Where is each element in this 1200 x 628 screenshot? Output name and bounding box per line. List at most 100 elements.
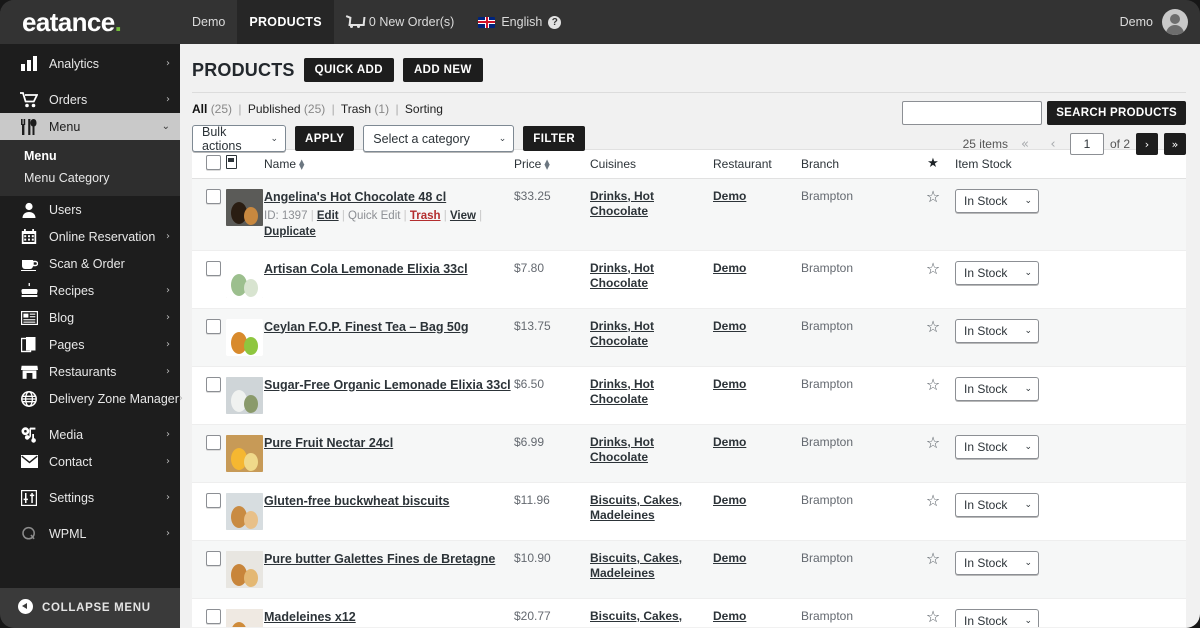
row-checkbox[interactable]: [206, 434, 221, 450]
sidebar-item-recipes[interactable]: Recipes ›: [0, 277, 180, 304]
row-checkbox-cell[interactable]: [192, 250, 226, 308]
sidebar-item-blog[interactable]: Blog ›: [0, 304, 180, 331]
pagination-current-page-input[interactable]: 1: [1069, 133, 1104, 155]
th-price[interactable]: Price ▲ ▼: [514, 150, 590, 179]
product-cuisines-link[interactable]: Biscuits, Cakes,: [590, 609, 682, 624]
star-outline-icon[interactable]: ☆: [926, 375, 940, 394]
row-featured-cell[interactable]: ☆: [911, 598, 955, 627]
sidebar-item-online-reservation[interactable]: Online Reservation ›: [0, 223, 180, 250]
adminbar-item-demo[interactable]: Demo: [180, 0, 237, 44]
item-stock-select[interactable]: In Stock ⌄: [955, 188, 1039, 213]
row-checkbox[interactable]: [206, 260, 221, 276]
row-checkbox-cell[interactable]: [192, 178, 226, 250]
row-checkbox-cell[interactable]: [192, 598, 226, 627]
view-link-all[interactable]: All: [192, 102, 207, 116]
row-checkbox[interactable]: [206, 376, 221, 392]
row-featured-cell[interactable]: ☆: [911, 482, 955, 540]
item-stock-select[interactable]: In Stock ⌄: [955, 260, 1039, 285]
pagination-next-button[interactable]: ›: [1136, 133, 1158, 155]
th-select-all[interactable]: [192, 150, 226, 179]
star-outline-icon[interactable]: ☆: [926, 187, 940, 206]
product-name-link[interactable]: Artisan Cola Lemonade Elixia 33cl: [264, 261, 468, 277]
item-stock-select[interactable]: In Stock ⌄: [955, 318, 1039, 343]
category-select[interactable]: Select a category ⌄: [363, 125, 515, 152]
table-row[interactable]: Artisan Cola Lemonade Elixia 33cl $7.80 Dr…: [192, 250, 1186, 308]
product-cuisines-link[interactable]: Drinks, Hot Chocolate: [590, 189, 713, 219]
row-checkbox-cell[interactable]: [192, 424, 226, 482]
adminbar-item-products[interactable]: PRODUCTS: [237, 0, 334, 44]
sidebar-item-delivery-zone-manager[interactable]: Delivery Zone Manager ›: [0, 385, 183, 412]
sidebar-item-media[interactable]: Media ›: [0, 421, 180, 448]
sort-icon[interactable]: ▲ ▼: [544, 158, 549, 170]
row-featured-cell[interactable]: ☆: [911, 366, 955, 424]
item-stock-select[interactable]: In Stock ⌄: [955, 550, 1039, 575]
brand-logo[interactable]: eatance.: [0, 0, 180, 44]
pagination-prev-button[interactable]: ‹: [1042, 133, 1064, 155]
sidebar-item-settings[interactable]: Settings ›: [0, 484, 180, 511]
sidebar-item-users[interactable]: Users: [0, 196, 180, 223]
star-outline-icon[interactable]: ☆: [926, 433, 940, 452]
product-name-link[interactable]: Pure butter Galettes Fines de Bretagne: [264, 551, 495, 567]
select-all-checkbox[interactable]: [206, 154, 221, 170]
collapse-menu-button[interactable]: COLLAPSE MENU: [0, 588, 180, 628]
apply-button[interactable]: APPLY: [295, 126, 355, 151]
sidebar-item-restaurants[interactable]: Restaurants ›: [0, 358, 180, 385]
product-cuisines-link[interactable]: Biscuits, Cakes, Madeleines: [590, 551, 713, 581]
pagination-last-button[interactable]: »: [1164, 133, 1186, 155]
row-checkbox-cell[interactable]: [192, 482, 226, 540]
row-checkbox-cell[interactable]: [192, 540, 226, 598]
star-outline-icon[interactable]: ☆: [926, 549, 940, 568]
item-stock-select[interactable]: In Stock ⌄: [955, 608, 1039, 627]
table-row[interactable]: Gluten-free buckwheat biscuits $11.96 Bisc…: [192, 482, 1186, 540]
product-cuisines-link[interactable]: Drinks, Hot Chocolate: [590, 319, 713, 349]
product-name-link[interactable]: Angelina's Hot Chocolate 48 cl: [264, 189, 446, 205]
pagination-first-button[interactable]: «: [1014, 133, 1036, 155]
sort-icon[interactable]: ▲ ▼: [299, 158, 304, 170]
product-cuisines-link[interactable]: Drinks, Hot Chocolate: [590, 435, 713, 465]
sidebar-item-orders[interactable]: Orders ›: [0, 86, 180, 113]
product-cuisines-link[interactable]: Drinks, Hot Chocolate: [590, 261, 713, 291]
th-featured[interactable]: ★: [911, 150, 955, 179]
table-row[interactable]: Pure butter Galettes Fines de Bretagne $1…: [192, 540, 1186, 598]
product-restaurant-link[interactable]: Demo: [713, 609, 746, 624]
sidebar-item-wpml[interactable]: WPML ›: [0, 520, 180, 547]
table-row[interactable]: Sugar-Free Organic Lemonade Elixia 33cl $…: [192, 366, 1186, 424]
sidebar-item-pages[interactable]: Pages ›: [0, 331, 180, 358]
table-row[interactable]: Madeleines x12 $20.77 Biscuits, Cakes, Demo…: [192, 598, 1186, 627]
sidebar-item-contact[interactable]: Contact ›: [0, 448, 180, 475]
product-name-link[interactable]: Pure Fruit Nectar 24cl: [264, 435, 393, 451]
item-stock-select[interactable]: In Stock ⌄: [955, 492, 1039, 517]
product-restaurant-link[interactable]: Demo: [713, 319, 746, 334]
row-checkbox[interactable]: [206, 318, 221, 334]
product-restaurant-link[interactable]: Demo: [713, 435, 746, 450]
table-row[interactable]: Pure Fruit Nectar 24cl $6.99 Drinks, Hot C…: [192, 424, 1186, 482]
add-new-button[interactable]: ADD NEW: [402, 58, 483, 82]
bulk-actions-select[interactable]: Bulk actions ⌄: [192, 125, 286, 153]
product-restaurant-link[interactable]: Demo: [713, 377, 746, 392]
search-products-button[interactable]: SEARCH PRODUCTS: [1047, 101, 1186, 125]
product-name-link[interactable]: Ceylan F.O.P. Finest Tea – Bag 50g: [264, 319, 468, 335]
product-cuisines-link[interactable]: Drinks, Hot Chocolate: [590, 377, 713, 407]
product-restaurant-link[interactable]: Demo: [713, 551, 746, 566]
product-name-link[interactable]: Madeleines x12: [264, 609, 356, 625]
sidebar-item-menu[interactable]: Menu ⌄: [0, 113, 180, 140]
search-input[interactable]: [902, 101, 1043, 125]
row-featured-cell[interactable]: ☆: [911, 540, 955, 598]
product-name-link[interactable]: Gluten-free buckwheat biscuits: [264, 493, 449, 509]
row-featured-cell[interactable]: ☆: [911, 178, 955, 250]
star-outline-icon[interactable]: ☆: [926, 607, 940, 626]
quick-add-button[interactable]: QUICK ADD: [303, 58, 394, 82]
view-link-sorting[interactable]: Sorting: [405, 102, 443, 116]
filter-button[interactable]: FILTER: [523, 126, 586, 151]
adminbar-item-language[interactable]: English ?: [466, 0, 573, 44]
row-checkbox[interactable]: [206, 188, 221, 204]
row-checkbox-cell[interactable]: [192, 366, 226, 424]
table-row[interactable]: Angelina's Hot Chocolate 48 cl ID: 1397 |…: [192, 178, 1186, 250]
row-featured-cell[interactable]: ☆: [911, 308, 955, 366]
sidebar-item-analytics[interactable]: Analytics ›: [0, 50, 180, 77]
product-restaurant-link[interactable]: Demo: [713, 493, 746, 508]
product-cuisines-link[interactable]: Biscuits, Cakes, Madeleines: [590, 493, 713, 523]
row-checkbox[interactable]: [206, 608, 221, 624]
th-name[interactable]: Name ▲ ▼: [264, 150, 514, 179]
view-link-trash[interactable]: Trash: [341, 102, 371, 116]
